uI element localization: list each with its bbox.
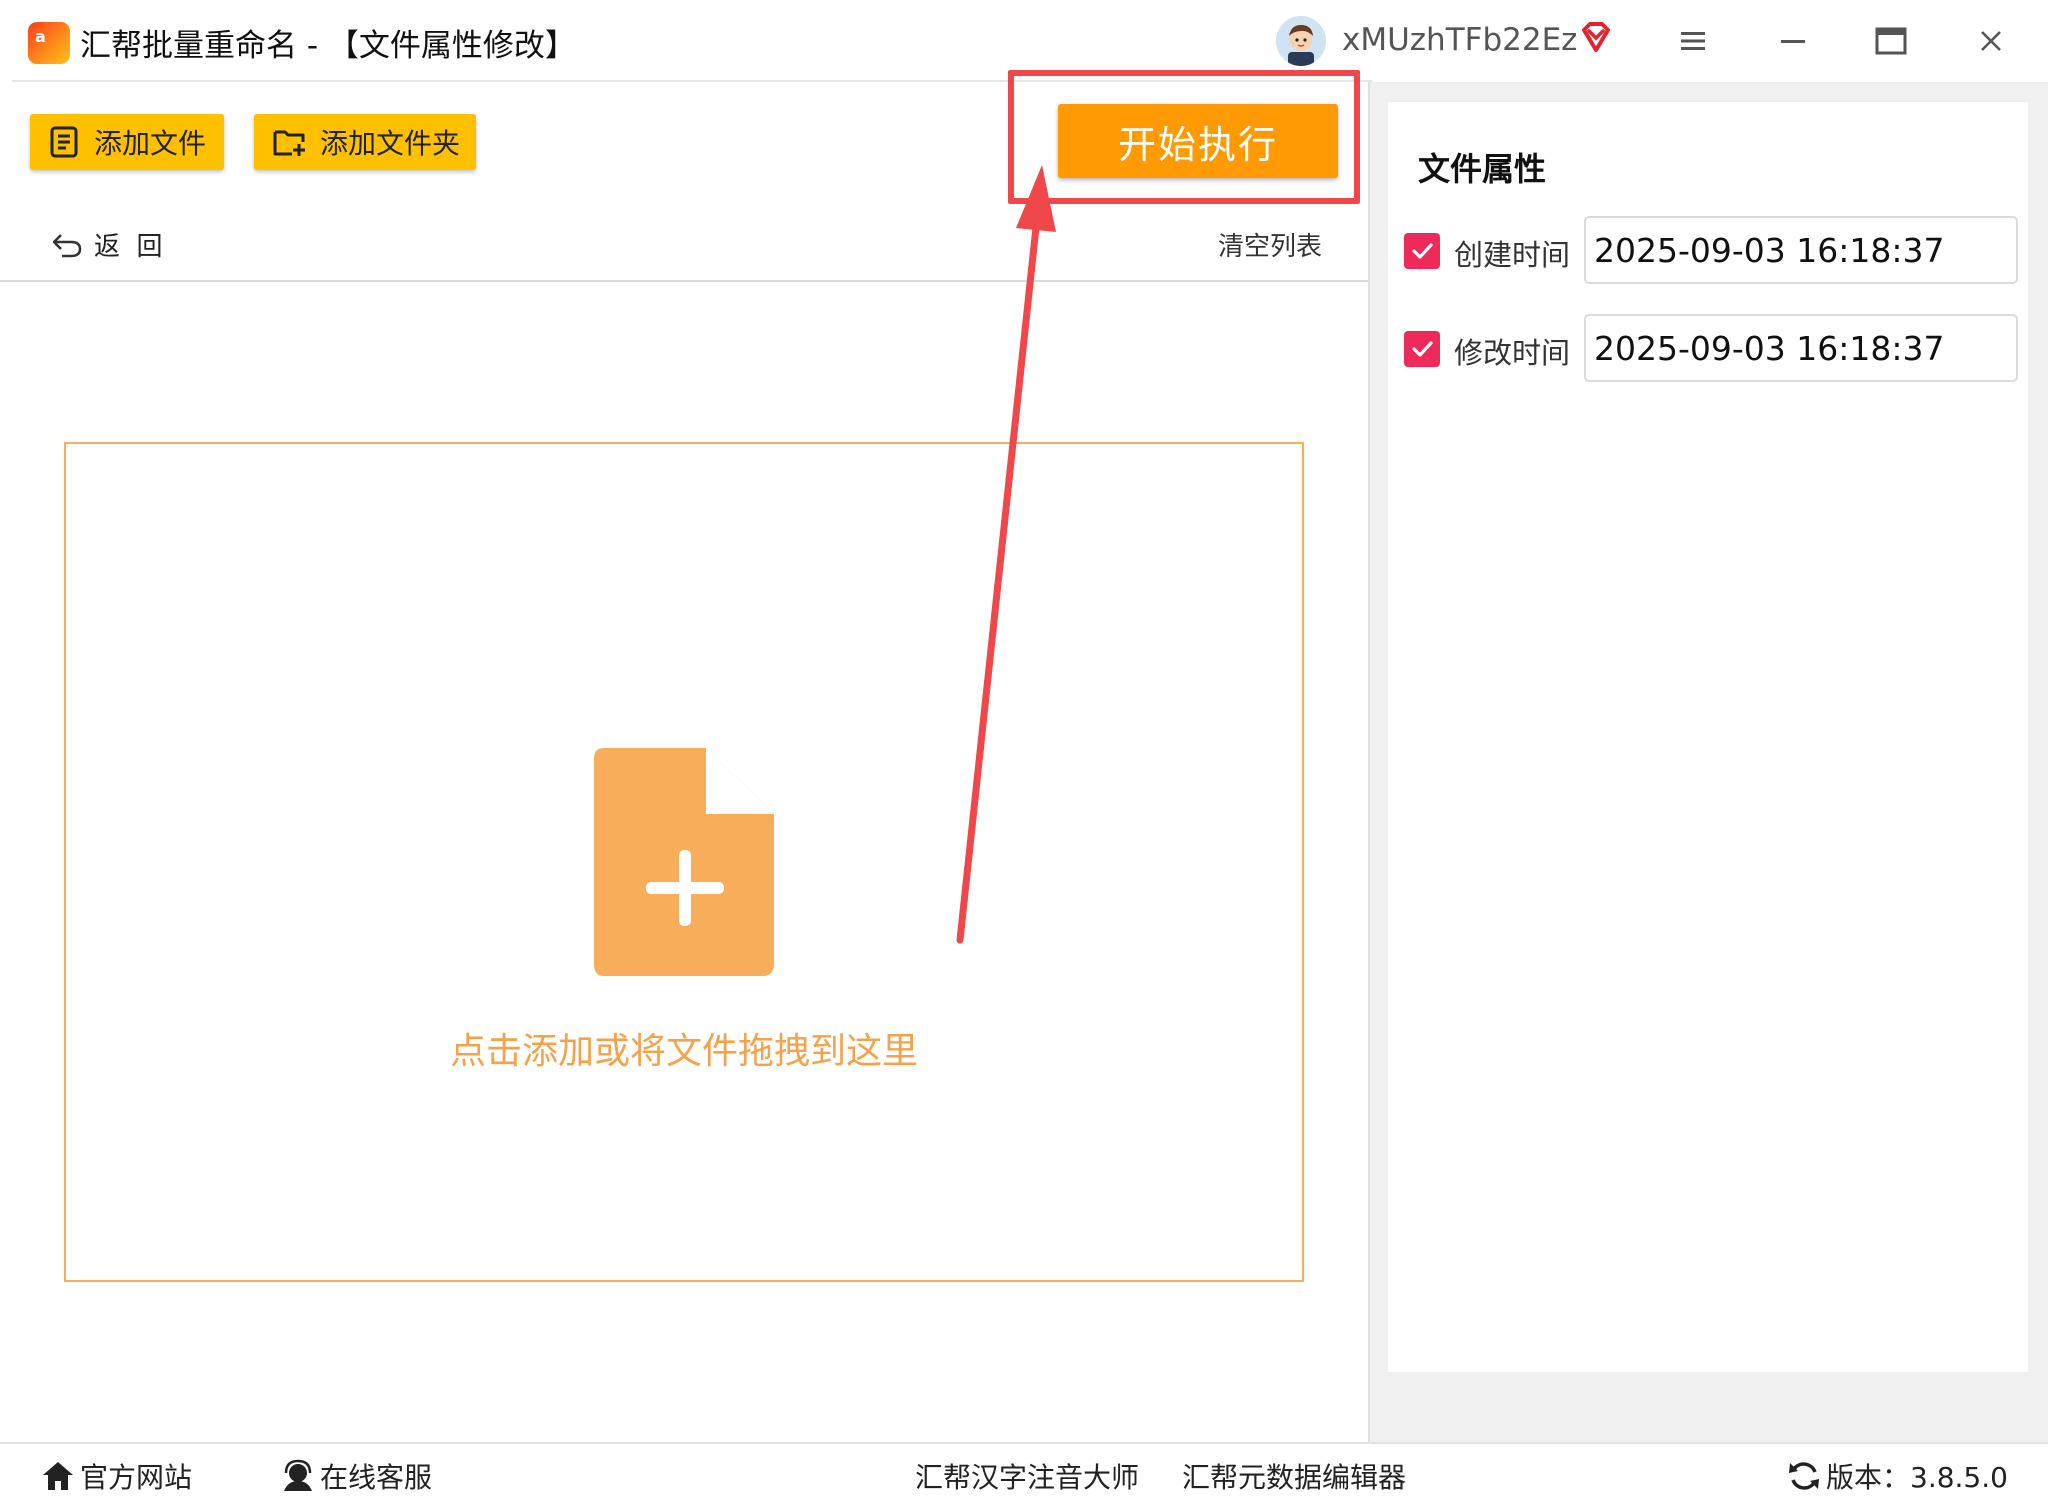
- checkmark-icon: [1412, 341, 1433, 357]
- user-avatar[interactable]: [1276, 16, 1326, 66]
- back-label: 返 回: [94, 232, 163, 262]
- modified-time-checkbox[interactable]: [1404, 331, 1440, 367]
- file-add-icon[interactable]: [594, 748, 774, 976]
- version-label: 版本：3.8.5.0: [1826, 1461, 2008, 1494]
- vip-diamond-icon[interactable]: [1578, 20, 1614, 56]
- file-list-icon: [50, 126, 78, 158]
- home-icon: [43, 1462, 73, 1490]
- version-info[interactable]: 版本：3.8.5.0: [1786, 1456, 2008, 1496]
- checkmark-icon: [1412, 243, 1433, 259]
- minimize-icon: [1781, 40, 1805, 43]
- file-properties-panel: [1388, 102, 2028, 1372]
- close-button[interactable]: [1968, 18, 2014, 64]
- maximize-icon: [1875, 27, 1907, 55]
- add-file-button[interactable]: 添加文件: [30, 114, 224, 170]
- menu-button[interactable]: [1670, 18, 1716, 64]
- undo-icon: [52, 233, 82, 257]
- modified-time-row: 修改时间: [1402, 314, 2022, 384]
- status-bar: 官方网站 在线客服 汇帮汉字注音大师 汇帮元数据编辑器 版本：3.8.5.0: [0, 1442, 2048, 1510]
- start-highlight-box: [1008, 70, 1360, 204]
- list-separator: [0, 280, 1368, 282]
- maximize-button[interactable]: [1868, 18, 1914, 64]
- app-logo: a: [28, 22, 70, 64]
- window-title: 汇帮批量重命名 - 【文件属性修改】: [80, 28, 576, 64]
- pinyin-tool-link[interactable]: 汇帮汉字注音大师: [915, 1456, 1139, 1496]
- minimize-button[interactable]: [1770, 18, 1816, 64]
- refresh-icon: [1789, 1462, 1819, 1490]
- created-time-checkbox[interactable]: [1404, 233, 1440, 269]
- add-folder-button[interactable]: 添加文件夹: [254, 114, 476, 170]
- add-file-label: 添加文件: [94, 127, 207, 160]
- headset-icon: [284, 1459, 312, 1491]
- folder-add-icon: [273, 130, 305, 156]
- created-time-input[interactable]: [1584, 216, 2018, 284]
- created-time-label: 创建时间: [1454, 238, 1571, 272]
- add-folder-label: 添加文件夹: [320, 127, 461, 160]
- online-support-link[interactable]: 在线客服: [280, 1456, 432, 1496]
- user-name[interactable]: xMUzhTFb22Ez: [1342, 22, 1577, 58]
- official-website-link[interactable]: 官方网站: [40, 1456, 192, 1496]
- clear-list-button[interactable]: 清空列表: [1218, 226, 1322, 263]
- modified-time-input[interactable]: [1584, 314, 2018, 382]
- back-button[interactable]: 返 回: [50, 226, 163, 263]
- close-icon: [1981, 31, 2001, 51]
- online-support-label: 在线客服: [320, 1461, 433, 1494]
- official-website-label: 官方网站: [80, 1461, 193, 1494]
- panel-title: 文件属性: [1418, 150, 1547, 188]
- modified-time-label: 修改时间: [1454, 336, 1571, 370]
- created-time-row: 创建时间: [1402, 216, 2022, 286]
- dropzone-hint: 点击添加或将文件拖拽到这里: [449, 1031, 918, 1072]
- app-window: a 汇帮批量重命名 - 【文件属性修改】 xMUzhTFb22Ez 添加文件 添…: [0, 0, 2048, 1510]
- metadata-editor-link[interactable]: 汇帮元数据编辑器: [1182, 1456, 1406, 1496]
- menu-icon: [1681, 32, 1705, 50]
